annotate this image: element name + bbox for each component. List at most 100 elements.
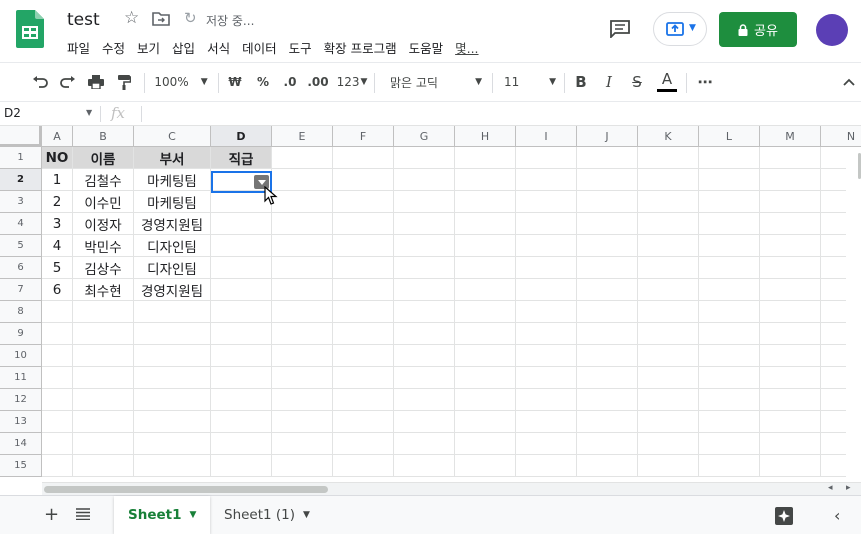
- cell-e7[interactable]: [272, 279, 333, 301]
- row-header-7[interactable]: 7: [0, 279, 42, 301]
- vertical-scrollbar[interactable]: [846, 147, 861, 482]
- cell-i5[interactable]: [516, 235, 577, 257]
- cell-g3[interactable]: [394, 191, 455, 213]
- cell-a13[interactable]: [42, 411, 73, 433]
- cell-d1[interactable]: 직급: [211, 147, 272, 169]
- zoom-select[interactable]: 100% ▼: [152, 71, 210, 93]
- bold-button[interactable]: B: [572, 71, 590, 93]
- cell-l7[interactable]: [699, 279, 760, 301]
- cell-f11[interactable]: [333, 367, 394, 389]
- font-size-select[interactable]: 11 ▼: [504, 71, 556, 93]
- cell-e6[interactable]: [272, 257, 333, 279]
- cell-c6[interactable]: 디자인팀: [134, 257, 211, 279]
- cell-l13[interactable]: [699, 411, 760, 433]
- cell-f5[interactable]: [333, 235, 394, 257]
- sheet-tab-sheet1[interactable]: Sheet1 ▼: [114, 496, 211, 534]
- cell-h9[interactable]: [455, 323, 516, 345]
- decrease-decimal-button[interactable]: .0: [280, 71, 300, 93]
- cell-b4[interactable]: 이정자: [73, 213, 134, 235]
- cell-f2[interactable]: [333, 169, 394, 191]
- cell-e2[interactable]: [272, 169, 333, 191]
- cell-c2[interactable]: 마케팅팀: [134, 169, 211, 191]
- cell-f14[interactable]: [333, 433, 394, 455]
- cell-b7[interactable]: 최수현: [73, 279, 134, 301]
- cell-a10[interactable]: [42, 345, 73, 367]
- cell-k6[interactable]: [638, 257, 699, 279]
- row-header-8[interactable]: 8: [0, 301, 42, 323]
- cell-b6[interactable]: 김상수: [73, 257, 134, 279]
- cell-m5[interactable]: [760, 235, 821, 257]
- row-header-10[interactable]: 10: [0, 345, 42, 367]
- cell-a4[interactable]: 3: [42, 213, 73, 235]
- row-header-3[interactable]: 3: [0, 191, 42, 213]
- cell-k2[interactable]: [638, 169, 699, 191]
- percent-format-button[interactable]: %: [254, 71, 272, 93]
- cell-d4[interactable]: [211, 213, 272, 235]
- cell-c15[interactable]: [134, 455, 211, 477]
- cell-h3[interactable]: [455, 191, 516, 213]
- cell-b2[interactable]: 김철수: [73, 169, 134, 191]
- cell-h1[interactable]: [455, 147, 516, 169]
- chevron-left-icon[interactable]: ‹: [834, 506, 840, 525]
- cell-h4[interactable]: [455, 213, 516, 235]
- print-icon[interactable]: [86, 71, 106, 93]
- cell-l9[interactable]: [699, 323, 760, 345]
- font-family-select[interactable]: 맑은 고딕 ▼: [390, 71, 482, 93]
- cell-j5[interactable]: [577, 235, 638, 257]
- cell-m4[interactable]: [760, 213, 821, 235]
- cell-l1[interactable]: [699, 147, 760, 169]
- cell-g13[interactable]: [394, 411, 455, 433]
- cell-b5[interactable]: 박민수: [73, 235, 134, 257]
- column-header-f[interactable]: F: [333, 126, 394, 147]
- cell-e13[interactable]: [272, 411, 333, 433]
- cell-m10[interactable]: [760, 345, 821, 367]
- spreadsheet-grid[interactable]: A B C D E F G H I J K L M N 1 NO 이름 부서 직급 2 1 김철수 마케팅팀 3 2 이수민 마케팅…: [0, 126, 861, 482]
- cell-l2[interactable]: [699, 169, 760, 191]
- cell-i13[interactable]: [516, 411, 577, 433]
- row-header-11[interactable]: 11: [0, 367, 42, 389]
- cell-c1[interactable]: 부서: [134, 147, 211, 169]
- cell-b11[interactable]: [73, 367, 134, 389]
- cell-h5[interactable]: [455, 235, 516, 257]
- cell-d10[interactable]: [211, 345, 272, 367]
- cell-k13[interactable]: [638, 411, 699, 433]
- cell-b10[interactable]: [73, 345, 134, 367]
- cell-d3[interactable]: [211, 191, 272, 213]
- cell-j8[interactable]: [577, 301, 638, 323]
- cell-c7[interactable]: 경영지원팀: [134, 279, 211, 301]
- cell-h15[interactable]: [455, 455, 516, 477]
- cell-e14[interactable]: [272, 433, 333, 455]
- cell-f12[interactable]: [333, 389, 394, 411]
- column-header-d[interactable]: D: [211, 126, 272, 147]
- chevron-down-icon[interactable]: ▼: [86, 108, 92, 117]
- cell-l3[interactable]: [699, 191, 760, 213]
- cell-j1[interactable]: [577, 147, 638, 169]
- column-header-a[interactable]: A: [42, 126, 73, 147]
- menu-help[interactable]: 도움말: [409, 38, 444, 56]
- cell-a3[interactable]: 2: [42, 191, 73, 213]
- cell-l10[interactable]: [699, 345, 760, 367]
- cell-k5[interactable]: [638, 235, 699, 257]
- select-all-corner[interactable]: [0, 126, 42, 147]
- scroll-right-icon[interactable]: ▸: [846, 483, 851, 493]
- cell-j9[interactable]: [577, 323, 638, 345]
- number-format-select[interactable]: 123 ▼: [336, 71, 368, 93]
- cell-b13[interactable]: [73, 411, 134, 433]
- column-header-c[interactable]: C: [134, 126, 211, 147]
- cell-i6[interactable]: [516, 257, 577, 279]
- currency-format-button[interactable]: ₩: [226, 71, 244, 93]
- cell-d11[interactable]: [211, 367, 272, 389]
- cell-c11[interactable]: [134, 367, 211, 389]
- cell-a5[interactable]: 4: [42, 235, 73, 257]
- cell-b15[interactable]: [73, 455, 134, 477]
- cell-f7[interactable]: [333, 279, 394, 301]
- cell-f13[interactable]: [333, 411, 394, 433]
- cell-i11[interactable]: [516, 367, 577, 389]
- cell-c4[interactable]: 경영지원팀: [134, 213, 211, 235]
- redo-icon[interactable]: [58, 71, 78, 93]
- cell-g9[interactable]: [394, 323, 455, 345]
- cell-b12[interactable]: [73, 389, 134, 411]
- cell-i7[interactable]: [516, 279, 577, 301]
- cell-l14[interactable]: [699, 433, 760, 455]
- row-header-15[interactable]: 15: [0, 455, 42, 477]
